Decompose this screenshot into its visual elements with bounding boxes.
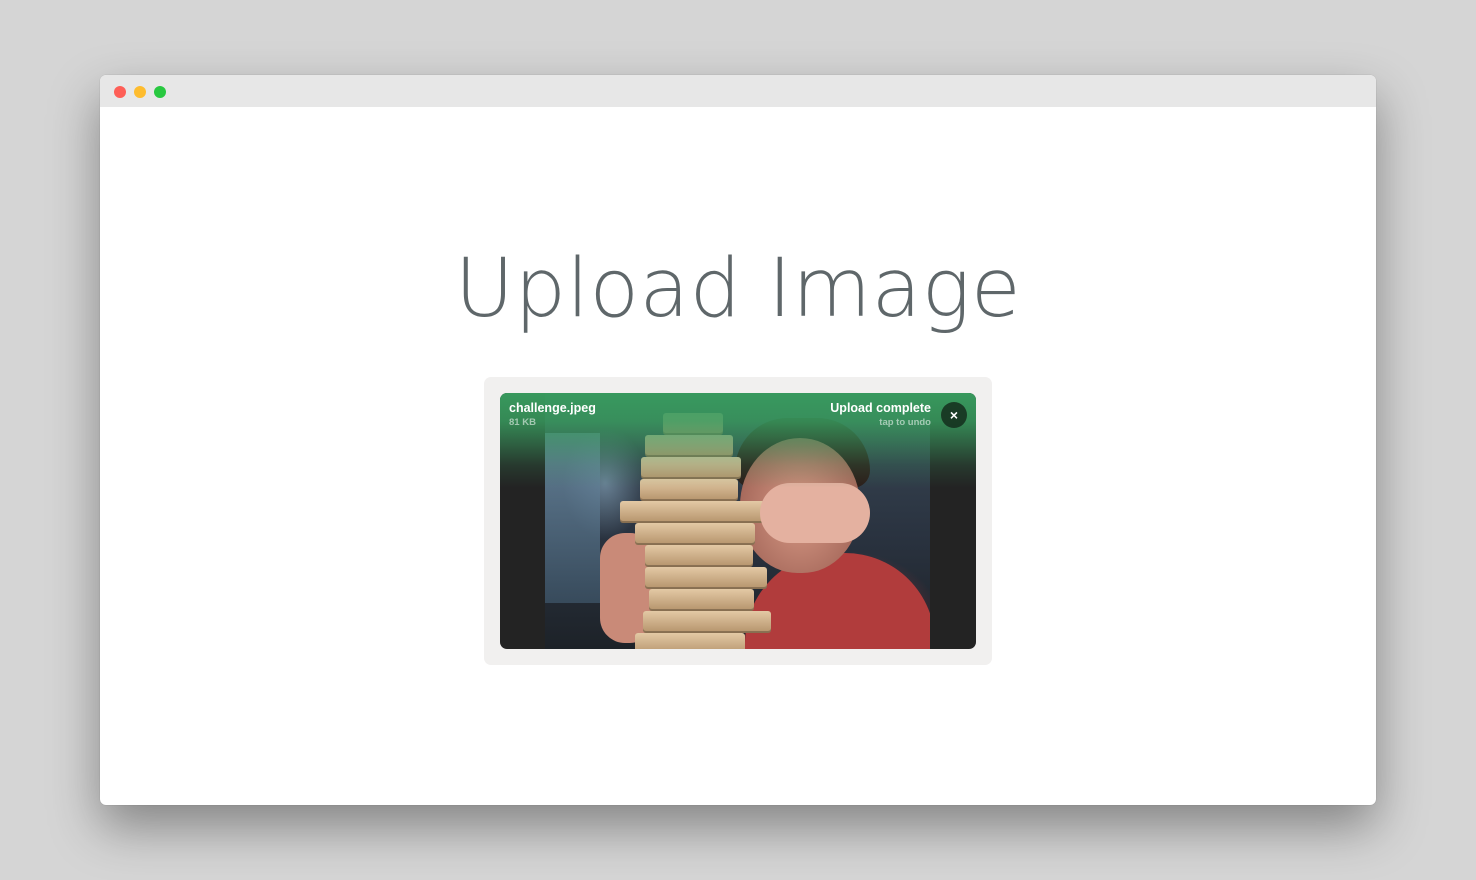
- uploaded-file-item: challenge.jpeg 81 KB Upload complete tap…: [500, 393, 976, 649]
- image-preview: [545, 393, 930, 649]
- undo-upload-link[interactable]: tap to undo: [879, 417, 931, 428]
- page-title: Upload Image: [454, 242, 1022, 336]
- window-maximize-button[interactable]: [154, 86, 166, 98]
- file-name: challenge.jpeg: [509, 401, 596, 415]
- window-titlebar: [100, 75, 1376, 107]
- browser-window: Upload Image challenge.jpeg 81 KB Upload…: [100, 75, 1376, 805]
- window-close-button[interactable]: [114, 86, 126, 98]
- close-icon: ×: [949, 407, 959, 423]
- window-minimize-button[interactable]: [134, 86, 146, 98]
- page-content: Upload Image challenge.jpeg 81 KB Upload…: [100, 107, 1376, 805]
- file-size: 81 KB: [509, 417, 536, 428]
- upload-dropzone[interactable]: challenge.jpeg 81 KB Upload complete tap…: [484, 377, 992, 665]
- upload-status: Upload complete: [830, 401, 931, 415]
- remove-file-button[interactable]: ×: [941, 402, 967, 428]
